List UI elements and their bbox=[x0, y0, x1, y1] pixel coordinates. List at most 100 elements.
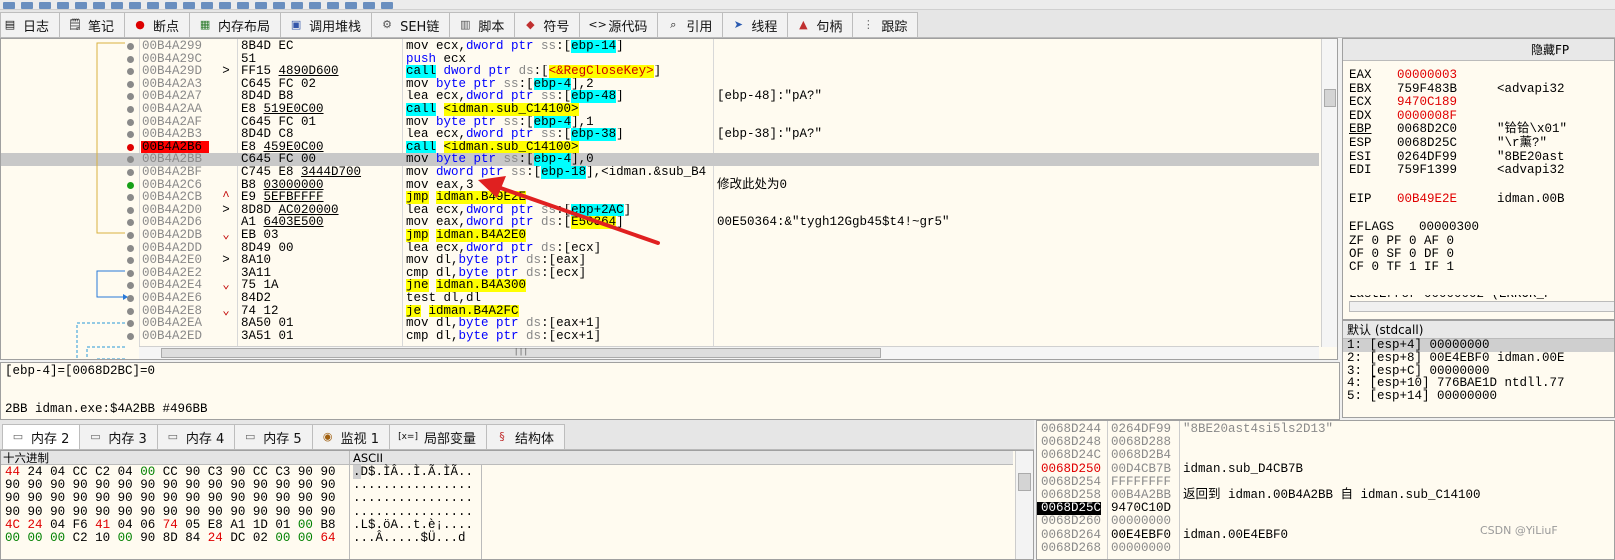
dump-hex-row[interactable]: 00 00 00 C2 10 00 90 8D 84 24 DC 02 00 0… bbox=[5, 532, 335, 545]
dump-ascii-row[interactable]: .L$.öA..t.è¡.... bbox=[353, 518, 473, 532]
tab-watch-1[interactable]: ◉ 监视 1 bbox=[311, 424, 391, 449]
stack-row[interactable]: 0068D25C 9470C10D bbox=[1037, 502, 1614, 516]
last-error-row[interactable]: LastError 00000002 (ERROR_F bbox=[1349, 295, 1552, 301]
dump-hex-row[interactable]: 90 90 90 90 90 90 90 90 90 90 90 90 90 9… bbox=[5, 479, 335, 492]
toolbar-icon[interactable] bbox=[363, 2, 375, 9]
tab-struct[interactable]: § 结构体 bbox=[486, 424, 566, 449]
disasm-row[interactable]: 00B4A2E0 >8A10 mov dl,byte ptr ds:[eax] bbox=[1, 254, 1319, 267]
toolbar-icon[interactable] bbox=[255, 2, 267, 9]
dump-hex-row[interactable]: 90 90 90 90 90 90 90 90 90 90 90 90 90 9… bbox=[5, 492, 335, 505]
tab-memory-4[interactable]: ▭ 内存 4 bbox=[156, 424, 236, 449]
disasm-row[interactable]: 00B4A2CB ^ E9 5EFBFFFF jmp idman.B49E2E bbox=[1, 191, 1319, 204]
toolbar-icon[interactable] bbox=[75, 2, 87, 9]
scroll-thumb[interactable]: ||| bbox=[161, 348, 881, 358]
stack-row[interactable]: 0068D268 00000000 bbox=[1037, 541, 1614, 555]
dump-hex-row[interactable]: 44 24 04 CC C2 04 00 CC 90 C3 90 CC C3 9… bbox=[5, 466, 335, 479]
toolbar-icon[interactable] bbox=[291, 2, 303, 9]
tab-threads[interactable]: ➤ 线程 bbox=[722, 12, 789, 37]
toolbar-icon[interactable] bbox=[93, 2, 105, 9]
toolbar-icon[interactable] bbox=[327, 2, 339, 9]
tab-source[interactable]: <> 源代码 bbox=[579, 12, 659, 37]
tab-log[interactable]: ▤ 日志 bbox=[0, 12, 61, 37]
disasm-row[interactable]: 00B4A2BF C745 E8 3444D700 mov dword ptr ss… bbox=[1, 166, 1319, 179]
register-esp[interactable]: ESP 0068D25C "\r薰?" bbox=[1349, 137, 1547, 150]
register-ecx[interactable]: ECX 9470C189 bbox=[1349, 96, 1497, 109]
flags-row[interactable]: CF 0 TF 1 IF 1 bbox=[1349, 261, 1454, 274]
disasm-row[interactable]: 00B4A2ED 3A51 01 cmp dl,byte ptr ds:[ecx+1… bbox=[1, 330, 1319, 343]
register-ebp[interactable]: EBP 0068D2C0 "铪铪\x01" bbox=[1349, 123, 1567, 136]
toolbar-icon[interactable] bbox=[219, 2, 231, 9]
dump-hex-row[interactable]: 4C 24 04 F6 41 04 06 74 05 E8 A1 1D 01 0… bbox=[5, 518, 335, 532]
tab-breakpoints[interactable]: ● 断点 bbox=[124, 12, 191, 37]
tab-handles[interactable]: ▲ 句柄 bbox=[787, 12, 854, 37]
tab-script[interactable]: ▥ 脚本 bbox=[449, 12, 516, 37]
toolbar-icon[interactable] bbox=[345, 2, 357, 9]
dump-vertical-scrollbar[interactable] bbox=[1015, 451, 1033, 559]
dump-ascii-row[interactable]: ................ bbox=[353, 505, 473, 519]
tab-trace[interactable]: ⋮ 跟踪 bbox=[852, 12, 919, 37]
arg-line[interactable]: 2: [esp+8] 00E4EBF0 idman.00E bbox=[1343, 351, 1614, 365]
disasm-row[interactable]: 00B4A29D > FF15 4890D600 call dword ptr ds:… bbox=[1, 65, 1319, 78]
disasm-row[interactable]: 00B4A299 8B4D EC mov ecx,dword ptr ss:[ebp… bbox=[1, 40, 1319, 53]
disasm-horizontal-scrollbar[interactable]: ||| bbox=[139, 346, 1319, 359]
toolbar-icon[interactable] bbox=[21, 2, 33, 9]
toolbar-icon[interactable] bbox=[165, 2, 177, 9]
ascii-column-header[interactable]: ASCII bbox=[353, 451, 383, 465]
register-esi[interactable]: ESI 0264DF99 "8BE20ast bbox=[1349, 150, 1565, 164]
toolbar-icon[interactable] bbox=[309, 2, 321, 9]
register-eip[interactable]: EIP 00B49E2E idman.00B bbox=[1349, 193, 1565, 206]
call-convention-pane[interactable]: 默认 (stdcall) 1: [esp+4] 00000000 2: [esp… bbox=[1342, 320, 1615, 418]
stack-row[interactable]: 0068D258 00B4A2BB 返回到 idman.00B4A2BB 自 idm… bbox=[1037, 489, 1614, 502]
tab-memory-2[interactable]: ▭ 内存 2 bbox=[2, 424, 81, 449]
hex-column-header[interactable]: 十六进制 bbox=[3, 451, 49, 465]
tab-memory-map[interactable]: ▦ 内存布局 bbox=[189, 12, 282, 37]
scroll-thumb[interactable] bbox=[1324, 89, 1336, 107]
disasm-vertical-scrollbar[interactable] bbox=[1321, 39, 1337, 347]
disasm-row[interactable]: 00B4A2AA E8 519E0C00 call <idman.sub_C1410… bbox=[1, 103, 1319, 116]
stack-row[interactable]: 0068D248 0068D288 bbox=[1037, 436, 1614, 449]
arg-line[interactable]: 1: [esp+4] 00000000 bbox=[1343, 339, 1614, 352]
register-edx[interactable]: EDX 0000008F bbox=[1349, 109, 1497, 123]
register-edi[interactable]: EDI 759F1399 <advapi32 bbox=[1349, 164, 1565, 177]
register-eax[interactable]: EAX 00000003 bbox=[1349, 69, 1497, 82]
toolbar-icon[interactable] bbox=[201, 2, 213, 9]
tab-references[interactable]: ⌕ 引用 bbox=[657, 12, 724, 37]
stack-row[interactable]: 0068D24C 0068D2B4 bbox=[1037, 449, 1614, 462]
register-ebx[interactable]: EBX 759F483B <advapi32 bbox=[1349, 82, 1565, 96]
registers-pane[interactable]: 隐藏FP EAX 00000003 EBX 759F483B <advapi32 ECX 9… bbox=[1342, 38, 1615, 320]
call-convention-selector[interactable]: 默认 (stdcall) bbox=[1343, 321, 1614, 339]
stack-row[interactable]: 0068D250 00D4CB7B idman.sub_D4CB7B bbox=[1037, 462, 1614, 476]
dump-ascii-row[interactable]: .D$.ÌÂ..Ì.Ã.ÌÃ.. bbox=[353, 465, 473, 479]
stack-row[interactable]: 0068D244 0264DF99 "8BE20ast4si5ls2D13" bbox=[1037, 423, 1614, 436]
tab-locals[interactable]: [x=] 局部变量 bbox=[389, 424, 488, 449]
tab-memory-5[interactable]: ▭ 内存 5 bbox=[234, 424, 313, 449]
tab-seh-chain[interactable]: ⚙ SEH链 bbox=[371, 12, 451, 37]
toolbar-icon[interactable] bbox=[111, 2, 123, 9]
dump-hex-row[interactable]: 90 90 90 90 90 90 90 90 90 90 90 90 90 9… bbox=[5, 505, 335, 519]
toolbar-icon[interactable] bbox=[39, 2, 51, 9]
disasm-row[interactable]: 00B4A2E6 84D2 test dl,dl bbox=[1, 292, 1319, 305]
toolbar-icon[interactable] bbox=[129, 2, 141, 9]
arg-line[interactable]: 5: [esp+14] 00000000 bbox=[1343, 390, 1614, 403]
toolbar-icon[interactable] bbox=[183, 2, 195, 9]
toolbar-icon[interactable] bbox=[3, 2, 15, 9]
dump-ascii-row[interactable]: ...Â.....$Ü...d bbox=[353, 532, 466, 545]
toolbar-icon[interactable] bbox=[381, 2, 393, 9]
scroll-thumb[interactable] bbox=[1018, 473, 1031, 491]
disassembly-pane[interactable]: 00B4A299 8B4D EC mov ecx,dword ptr ss:[ebp… bbox=[0, 38, 1338, 360]
tab-call-stack[interactable]: ▣ 调用堆栈 bbox=[280, 12, 373, 37]
stack-pane[interactable]: 0068D244 0264DF99 "8BE20ast4si5ls2D13" 0068… bbox=[1036, 420, 1615, 560]
tab-symbols[interactable]: ◆ 符号 bbox=[514, 12, 581, 37]
memory-dump-pane[interactable]: 十六进制 ASCII 44 24 04 CC C2 04 00 CC 90 C3… bbox=[0, 450, 1034, 560]
disasm-row[interactable]: 00B4A2B3 8D4D C8 lea ecx,dword ptr ss:[ebp… bbox=[1, 128, 1319, 141]
disasm-row[interactable]: 00B4A2EA 8A50 01 mov dl,byte ptr ds:[eax+1… bbox=[1, 317, 1319, 330]
eflags-row[interactable]: EFLAGS 00000300 bbox=[1349, 221, 1479, 234]
tab-memory-3[interactable]: ▭ 内存 3 bbox=[79, 424, 158, 449]
toolbar-icon[interactable] bbox=[57, 2, 69, 9]
hide-fpu-button[interactable]: 隐藏FP bbox=[1343, 39, 1614, 61]
toolbar-icon[interactable] bbox=[147, 2, 159, 9]
toolbar-icon[interactable] bbox=[273, 2, 285, 9]
toolbar-icon[interactable] bbox=[237, 2, 249, 9]
dump-ascii-row[interactable]: ................ bbox=[353, 479, 473, 492]
stack-row[interactable]: 0068D254 FFFFFFFF bbox=[1037, 475, 1614, 489]
